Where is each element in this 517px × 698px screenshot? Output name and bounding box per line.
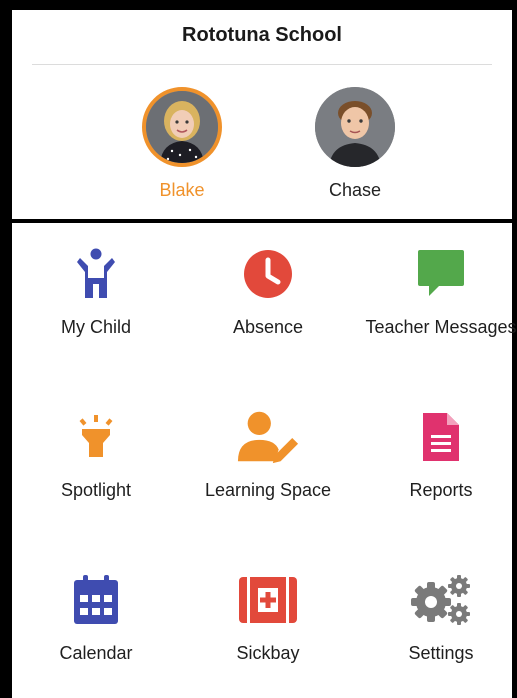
spotlight-icon xyxy=(64,410,128,464)
menu-label: Learning Space xyxy=(204,480,332,500)
menu-grid: My Child Absence Teacher Messages Spotli… xyxy=(12,223,517,698)
header-divider xyxy=(32,64,492,65)
menu-sickbay[interactable]: Sickbay xyxy=(188,573,348,668)
school-header: Rototuna School Blake Chase xyxy=(12,10,512,221)
menu-settings[interactable]: Settings xyxy=(361,573,517,668)
child-photo-blake xyxy=(146,91,218,163)
person-pencil-icon xyxy=(236,410,300,464)
menu-label: Reports xyxy=(409,480,473,500)
child-selector-chase[interactable]: Chase xyxy=(295,87,415,201)
document-icon xyxy=(409,410,473,464)
gears-icon xyxy=(409,573,473,627)
menu-calendar[interactable]: Calendar xyxy=(16,573,176,668)
first-aid-icon xyxy=(236,573,300,627)
message-icon xyxy=(409,247,473,301)
menu-absence[interactable]: Absence xyxy=(188,247,348,342)
menu-label: Teacher Messages xyxy=(365,317,517,337)
child-icon xyxy=(64,247,128,301)
school-title: Rototuna School xyxy=(182,24,342,46)
clock-icon xyxy=(236,247,300,301)
avatar[interactable] xyxy=(315,87,395,167)
menu-label: My Child xyxy=(60,317,131,337)
child-photo-chase xyxy=(315,87,395,167)
menu-reports[interactable]: Reports xyxy=(361,410,517,505)
child-selector-blake[interactable]: Blake xyxy=(122,87,242,201)
menu-teacher-messages[interactable]: Teacher Messages xyxy=(361,247,517,342)
avatar[interactable] xyxy=(142,87,222,167)
child-name: Blake xyxy=(159,180,205,200)
menu-label: Sickbay xyxy=(236,643,300,663)
child-name: Chase xyxy=(328,180,382,200)
menu-spotlight[interactable]: Spotlight xyxy=(16,410,176,505)
menu-label: Spotlight xyxy=(60,480,132,500)
menu-label: Absence xyxy=(232,317,304,337)
menu-learning-space[interactable]: Learning Space xyxy=(188,410,348,505)
menu-my-child[interactable]: My Child xyxy=(16,247,176,342)
menu-label: Settings xyxy=(408,643,474,663)
calendar-icon xyxy=(64,573,128,627)
menu-label: Calendar xyxy=(59,643,133,663)
